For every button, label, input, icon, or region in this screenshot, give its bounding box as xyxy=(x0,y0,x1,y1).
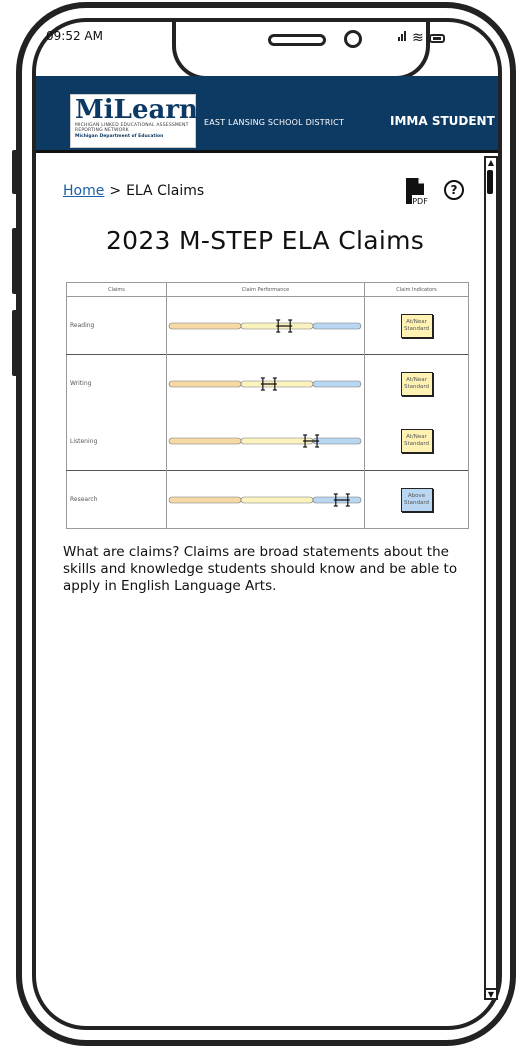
phone-notch xyxy=(172,22,430,80)
scroll-down-arrow-icon[interactable]: ▼ xyxy=(486,988,496,999)
user-name[interactable]: IMMA STUDENT xyxy=(390,114,495,128)
header-claim-indicators: Claim Indicators xyxy=(364,282,469,297)
vertical-scrollbar[interactable]: ▲ ▼ xyxy=(484,156,498,1000)
breadcrumb-current: ELA Claims xyxy=(126,183,205,199)
claim-name: Listening xyxy=(66,412,167,471)
logo-wordmark: MiLearn xyxy=(75,95,198,125)
band-above xyxy=(312,437,362,445)
band-near xyxy=(240,380,314,388)
app-header: MiLearn MICHIGAN LINKED EDUCATIONAL ASSE… xyxy=(36,76,498,153)
band-below xyxy=(168,380,242,388)
band-below xyxy=(168,496,242,503)
claim-performance-bar xyxy=(168,318,362,333)
status-time: 09:52 AM xyxy=(46,29,103,43)
band-near xyxy=(240,496,314,503)
signal-icon xyxy=(398,26,407,45)
header-claims: Claims xyxy=(66,282,167,297)
pdf-label: PDF xyxy=(412,197,428,206)
band-below xyxy=(168,322,242,329)
band-below xyxy=(168,437,242,445)
breadcrumb-separator: > xyxy=(109,183,122,199)
table-row: Research Above Standard xyxy=(66,470,469,529)
milearn-logo[interactable]: MiLearn MICHIGAN LINKED EDUCATIONAL ASSE… xyxy=(70,94,198,148)
claim-name: Reading xyxy=(66,296,167,355)
breadcrumb-home-link[interactable]: Home xyxy=(63,183,104,199)
scroll-up-arrow-icon[interactable]: ▲ xyxy=(486,158,496,168)
logo-subtitle: MICHIGAN LINKED EDUCATIONAL ASSESSMENT R… xyxy=(75,123,189,133)
table-row: Writing At/Near Standard xyxy=(66,354,469,413)
indicator-line2: Standard xyxy=(403,325,430,332)
page-title: 2023 M-STEP ELA Claims xyxy=(105,226,425,255)
indicator-line1: At/Near xyxy=(406,376,427,383)
performance-marker xyxy=(303,434,320,448)
performance-marker xyxy=(276,318,293,333)
claims-table-header: Claims Claim Performance Claim Indicator… xyxy=(66,282,469,297)
scroll-thumb[interactable] xyxy=(487,170,493,194)
claim-performance-bar xyxy=(168,377,362,391)
indicator-line1: At/Near xyxy=(406,434,427,441)
performance-marker xyxy=(333,492,350,507)
claim-name: Writing xyxy=(66,354,167,413)
indicator-line1: At/Near xyxy=(406,318,427,325)
band-near xyxy=(240,437,314,445)
speaker-grille xyxy=(268,34,326,46)
help-icon[interactable]: ? xyxy=(444,180,464,200)
district-name: EAST LANSING SCHOOL DISTRICT xyxy=(204,118,345,127)
battery-icon xyxy=(428,34,445,43)
pdf-download-icon[interactable]: PDF xyxy=(404,178,428,208)
claim-indicator-badge: Above Standard xyxy=(400,487,433,512)
logo-department: Michigan Department of Education xyxy=(75,134,164,139)
status-icons: ≋ xyxy=(398,26,445,45)
indicator-line2: Standard xyxy=(403,441,430,448)
table-row: Reading At/Near Standard xyxy=(66,296,469,355)
performance-marker xyxy=(260,377,277,391)
claim-performance-bar xyxy=(168,492,362,507)
header-claim-performance: Claim Performance xyxy=(166,282,365,297)
front-camera xyxy=(344,30,362,48)
band-above xyxy=(312,380,362,388)
wifi-icon: ≋ xyxy=(412,30,424,46)
breadcrumb: Home > ELA Claims xyxy=(63,183,204,199)
claim-indicator-badge: At/Near Standard xyxy=(400,313,433,338)
claim-performance-bar xyxy=(168,434,362,448)
indicator-line1: Above xyxy=(407,492,426,499)
claim-indicator-badge: At/Near Standard xyxy=(400,371,433,396)
claims-description: What are claims? Claims are broad statem… xyxy=(63,544,458,594)
table-row: Listening At/Near Standard xyxy=(66,412,469,471)
claim-indicator-badge: At/Near Standard xyxy=(400,429,433,454)
band-above xyxy=(312,322,362,329)
claims-table: Claims Claim Performance Claim Indicator… xyxy=(66,282,469,529)
indicator-line2: Standard xyxy=(403,383,430,390)
claim-name: Research xyxy=(66,470,167,529)
indicator-line2: Standard xyxy=(403,499,430,506)
